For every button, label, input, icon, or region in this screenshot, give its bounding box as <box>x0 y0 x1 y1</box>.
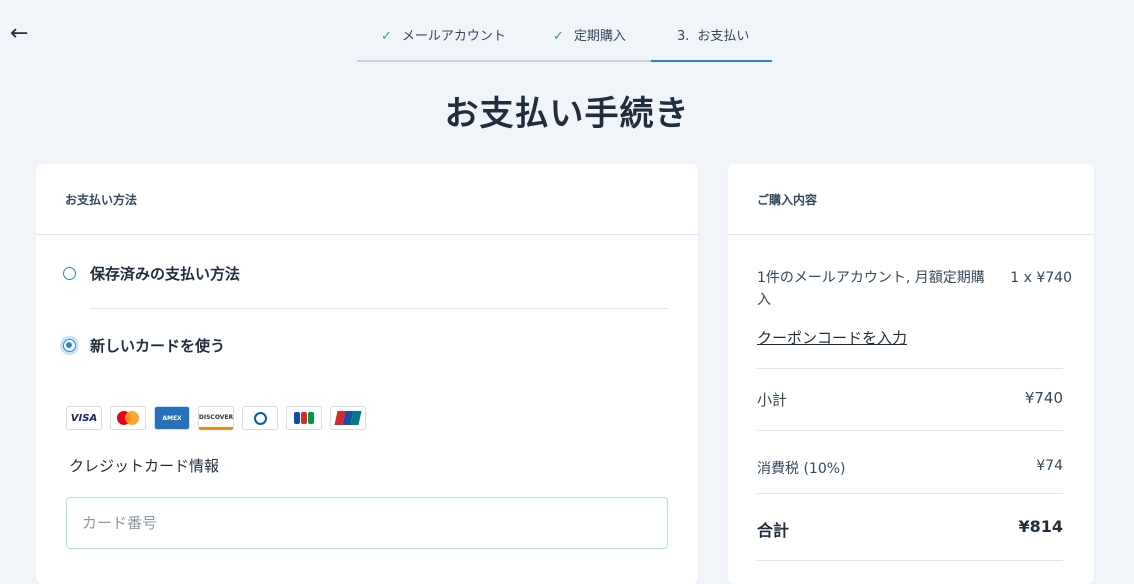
order-line-item: 1件のメールアカウント, 月額定期購入 1 x ¥740 <box>757 267 1072 311</box>
divider <box>757 430 1063 431</box>
payment-method-header: お支払い方法 <box>36 164 698 235</box>
diners-logo <box>242 406 278 430</box>
card-number-input[interactable] <box>66 497 668 549</box>
item-price: 1 x ¥740 <box>1010 270 1072 286</box>
subtotal-row: 小計 ¥740 <box>757 389 1063 410</box>
amex-logo: AMEX <box>154 406 190 430</box>
saved-payment-option[interactable]: 保存済みの支払い方法 <box>63 263 240 284</box>
jcb-logo <box>286 406 322 430</box>
divider <box>90 308 668 309</box>
discover-logo: DISCOVER <box>198 406 234 430</box>
divider <box>757 368 1063 369</box>
divider <box>757 493 1063 494</box>
total-row: 合計 ¥814 <box>757 517 1063 541</box>
order-summary-card: ご購入内容 1件のメールアカウント, 月額定期購入 1 x ¥740 クーポンコ… <box>728 164 1094 584</box>
check-icon: ✓ <box>553 29 564 44</box>
new-card-label: 新しいカードを使う <box>90 337 226 355</box>
tax-label: 消費税 (10%) <box>757 461 846 477</box>
total-label: 合計 <box>757 521 790 540</box>
tax-value: ¥74 <box>1036 458 1063 474</box>
tax-row: 消費税 (10%) ¥74 <box>757 458 1063 478</box>
divider <box>757 560 1063 561</box>
card-brand-logos: VISA AMEX DISCOVER <box>66 406 366 430</box>
step-label: お支払い <box>697 29 750 44</box>
page-title: お支払い手続き <box>444 94 690 134</box>
coupon-link[interactable]: クーポンコードを入力 <box>757 327 907 348</box>
check-icon: ✓ <box>381 29 392 44</box>
radio-button[interactable] <box>63 267 76 280</box>
item-description: 1件のメールアカウント, 月額定期購入 <box>757 270 985 308</box>
total-value: ¥814 <box>1018 517 1063 536</box>
visa-logo: VISA <box>66 406 102 430</box>
step-label: 定期購入 <box>573 29 626 44</box>
payment-method-card: お支払い方法 保存済みの支払い方法 新しいカードを使う VISA AMEX DI… <box>36 164 698 584</box>
step-payment: 3. お支払い <box>677 25 749 44</box>
checkout-stepper: ✓ メールアカウント ✓ 定期購入 3. お支払い <box>357 0 772 62</box>
credit-card-info-label: クレジットカード情報 <box>69 457 220 475</box>
unionpay-logo <box>330 406 366 430</box>
step-number: 3. <box>677 29 690 44</box>
order-summary-header: ご購入内容 <box>728 164 1094 235</box>
step-label: メールアカウント <box>401 29 506 44</box>
mastercard-logo <box>110 406 146 430</box>
step-subscription[interactable]: ✓ 定期購入 <box>553 25 626 44</box>
step-mail-account[interactable]: ✓ メールアカウント <box>381 25 506 44</box>
stepper-active-indicator <box>651 60 772 62</box>
subtotal-label: 小計 <box>757 391 788 409</box>
saved-payment-label: 保存済みの支払い方法 <box>90 265 241 283</box>
subtotal-value: ¥740 <box>1024 389 1063 407</box>
radio-button-selected[interactable] <box>63 339 76 352</box>
back-arrow-icon[interactable]: ← <box>10 22 34 46</box>
new-card-option[interactable]: 新しいカードを使う <box>63 335 225 356</box>
